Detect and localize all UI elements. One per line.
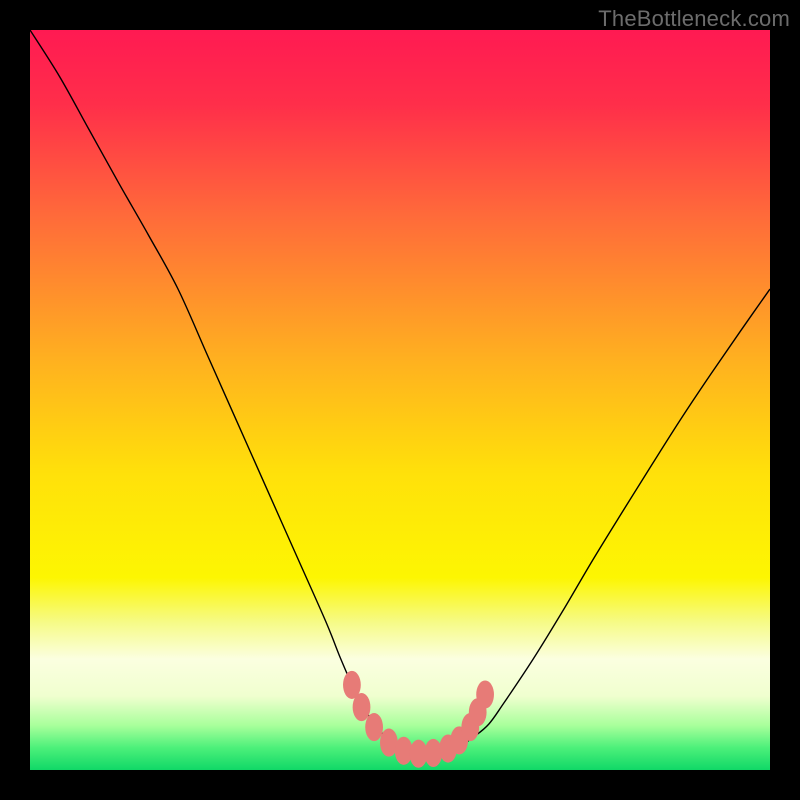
plot-area <box>30 30 770 770</box>
valley-marker <box>353 693 371 721</box>
watermark-text: TheBottleneck.com <box>598 6 790 32</box>
valley-marker <box>476 680 494 708</box>
chart-svg <box>30 30 770 770</box>
valley-marker <box>365 713 383 741</box>
chart-frame: TheBottleneck.com <box>0 0 800 800</box>
gradient-background <box>30 30 770 770</box>
valley-marker <box>424 739 442 767</box>
